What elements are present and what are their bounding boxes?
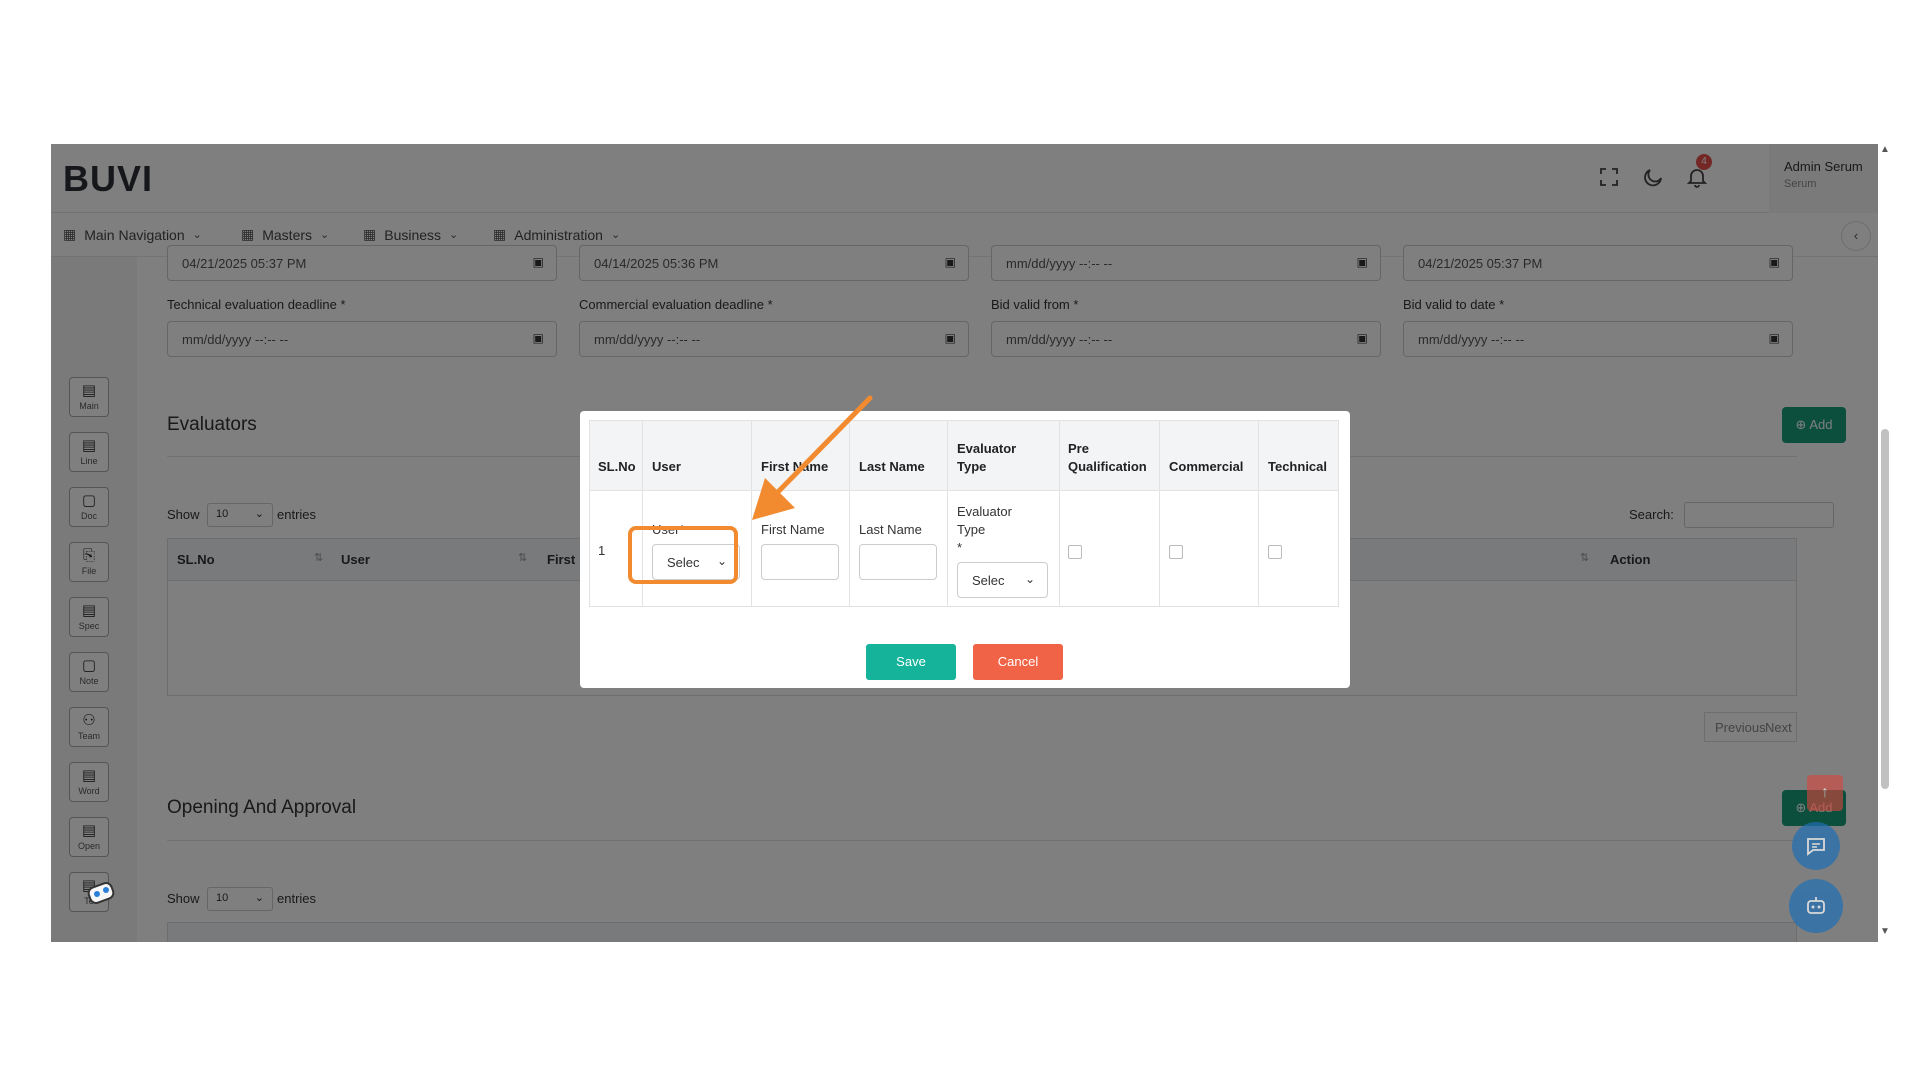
chat-button[interactable] <box>1792 822 1840 870</box>
header-user: User <box>652 459 681 474</box>
technical-checkbox[interactable] <box>1268 545 1282 559</box>
column-divider <box>751 421 752 606</box>
header-commercial: Commercial <box>1169 459 1244 474</box>
modal-table-header: SL.No User First Name Last Name Evaluato… <box>590 421 1338 491</box>
pre-qualification-checkbox[interactable] <box>1068 545 1082 559</box>
app-window: BUVI 4 Admin Serum Serum ▦ Main Navigati… <box>51 144 1878 942</box>
column-divider <box>1159 421 1160 606</box>
scrollbar-thumb[interactable] <box>1881 429 1889 789</box>
cancel-button[interactable]: Cancel <box>973 644 1063 680</box>
evaluator-type-select[interactable]: Selec ⌄ <box>957 562 1048 598</box>
header-evaluator-type: Evaluator Type <box>957 441 1017 474</box>
header-technical: Technical <box>1268 459 1328 474</box>
assistant-bot-button[interactable] <box>1789 879 1843 933</box>
robot-icon <box>1789 894 1843 923</box>
header-last-name: Last Name <box>859 459 925 474</box>
commercial-checkbox[interactable] <box>1169 545 1183 559</box>
column-divider <box>849 421 850 606</box>
first-name-input[interactable] <box>761 544 839 580</box>
first-name-field-label: First Name <box>761 522 825 537</box>
scroll-up-arrow-icon[interactable]: ▲ <box>1880 144 1890 155</box>
column-divider <box>1059 421 1060 606</box>
chevron-down-icon: ⌄ <box>1024 572 1035 586</box>
chat-bubble-icon <box>1792 835 1840 862</box>
robot-sticker-icon <box>85 877 119 911</box>
save-button[interactable]: Save <box>866 644 956 680</box>
evaluator-type-field-label: Evaluator Type * <box>957 504 1012 555</box>
last-name-field-label: Last Name <box>859 522 922 537</box>
column-divider <box>1258 421 1259 606</box>
header-first-name: First Name <box>761 459 829 474</box>
add-evaluator-modal: SL.No User First Name Last Name Evaluato… <box>580 411 1350 688</box>
header-slno: SL.No <box>598 459 636 474</box>
scroll-down-arrow-icon[interactable]: ▼ <box>1880 926 1890 937</box>
user-select-highlight <box>628 526 738 584</box>
header-pre-qualification: Pre Qualification <box>1068 441 1147 474</box>
row-slno: 1 <box>598 543 606 558</box>
last-name-input[interactable] <box>859 544 937 580</box>
column-divider <box>947 421 948 606</box>
window-scrollbar[interactable]: ▲ ▼ <box>1878 144 1892 942</box>
scroll-to-top-button[interactable]: ↑ <box>1807 775 1843 811</box>
